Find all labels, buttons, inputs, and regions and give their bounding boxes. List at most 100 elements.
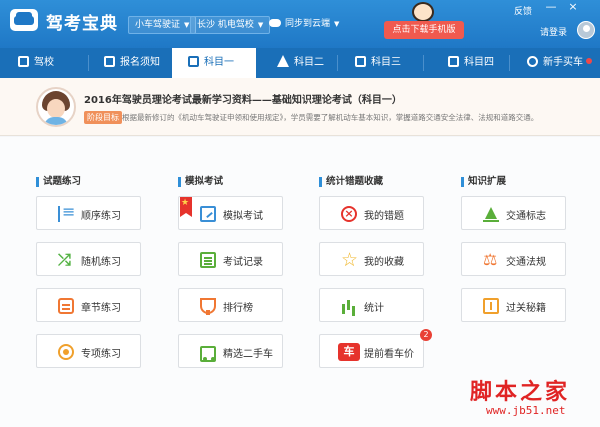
tab-subject-four[interactable]: 科目四: [448, 48, 494, 78]
car-price-icon: 车: [338, 343, 360, 361]
section-title-mock-exam: 模拟考试: [178, 177, 223, 187]
user-avatar-icon[interactable]: [577, 21, 595, 39]
target-icon: [58, 344, 74, 360]
section-title-statistics: 统计错题收藏: [319, 177, 383, 187]
truck-icon: [200, 346, 216, 362]
sequential-practice-button[interactable]: 顺序练习: [36, 196, 141, 230]
traffic-laws-button[interactable]: ⚖ 交通法规: [461, 242, 566, 276]
app-title: 驾考宝典: [46, 14, 118, 34]
title-bar: 驾考宝典 小车驾驶证 ▼ 长沙 机电驾校 ▼ 同步到云端 ▼ 点击下载手机版 反馈 —…: [0, 0, 600, 48]
new-indicator: [586, 58, 592, 64]
tab-driving-school[interactable]: 驾校: [18, 48, 54, 78]
banner-description: 根据最新修订的《机动车驾驶证申领和使用规定》，学员需要了解机动车基本知识，掌握道…: [122, 113, 539, 122]
car-price-button[interactable]: 车提前看车价 2: [319, 329, 432, 368]
featured-ribbon: ★: [180, 197, 192, 217]
login-link[interactable]: 请登录: [540, 25, 567, 38]
exam-record-button[interactable]: 考试记录: [178, 242, 283, 276]
download-mobile-button[interactable]: 点击下载手机版: [384, 21, 464, 39]
chapter-practice-button[interactable]: 章节练习: [36, 288, 141, 322]
scale-icon: ⚖: [483, 250, 498, 269]
nav-divider: [509, 55, 510, 71]
watermark-text: 脚本之家: [470, 379, 571, 405]
tab-label: 科目一: [204, 57, 234, 68]
banner-title: 2016年驾驶员理论考试最新学习资料——基础知识理论考试（科目一）: [84, 95, 402, 106]
button-label: 过关秘籍: [506, 303, 546, 314]
mock-exam-button[interactable]: ★ 模拟考试: [178, 196, 283, 230]
cone-icon: [277, 55, 289, 67]
chevron-down-icon: ▼: [334, 20, 340, 28]
close-icon[interactable]: ×: [566, 1, 580, 14]
tab-label: 科目三: [371, 57, 401, 68]
tab-label: 科目二: [294, 57, 324, 68]
home-icon: [18, 56, 29, 67]
car-type-select[interactable]: 小车驾驶证 ▼: [128, 16, 197, 34]
button-label: 交通标志: [506, 211, 546, 222]
button-label: 我的收藏: [364, 257, 404, 268]
star-icon: ★: [181, 198, 190, 208]
book-icon: [448, 56, 459, 67]
main-nav: 驾校 报名须知 科目一 科目二 科目三 科目四 新手买车: [0, 48, 600, 78]
list-icon: [58, 203, 75, 222]
car-icon: [355, 56, 366, 67]
tab-subject-one[interactable]: 科目一: [172, 48, 256, 78]
random-practice-button[interactable]: ⤮ 随机练习: [36, 242, 141, 276]
record-icon: [200, 252, 216, 268]
button-label: 我的错题: [364, 211, 404, 222]
sync-cloud-button[interactable]: 同步到云端 ▼: [263, 16, 345, 34]
tab-subject-two[interactable]: 科目二: [277, 48, 324, 78]
button-label: 统计: [364, 303, 384, 314]
city-school-select[interactable]: 长沙 机电驾校 ▼: [190, 16, 271, 34]
button-label: 专项练习: [81, 349, 121, 360]
document-icon: [104, 56, 115, 67]
leaderboard-button[interactable]: 排行榜: [178, 288, 283, 322]
button-label: 章节练习: [81, 303, 121, 314]
my-mistakes-button[interactable]: × 我的错题: [319, 196, 424, 230]
tab-label: 报名须知: [120, 57, 160, 68]
chevron-down-icon: ▼: [184, 21, 190, 29]
feedback-link[interactable]: 反馈: [514, 4, 532, 17]
button-label: 顺序练习: [81, 211, 121, 222]
stage-goal-badge: 阶段目标: [84, 111, 122, 124]
tab-label: 驾校: [34, 57, 54, 68]
steering-wheel-icon: [527, 56, 538, 67]
shuffle-icon: ⤮: [58, 250, 71, 269]
exam-edit-icon: [200, 206, 216, 222]
tab-registration[interactable]: 报名须知: [104, 48, 160, 78]
button-label: 随机练习: [81, 257, 121, 268]
tab-subject-three[interactable]: 科目三: [355, 48, 401, 78]
button-label: 考试记录: [223, 257, 263, 268]
wrong-icon: ×: [341, 206, 357, 222]
notification-badge: 2: [420, 329, 432, 341]
trophy-icon: [200, 298, 216, 315]
car-type-label: 小车驾驶证: [135, 20, 181, 30]
minimize-icon[interactable]: —: [544, 1, 558, 14]
button-label: 提前看车价: [364, 349, 414, 360]
section-title-knowledge: 知识扩展: [461, 177, 506, 187]
statistics-button[interactable]: 统计: [319, 288, 424, 322]
nav-divider: [423, 55, 424, 71]
used-car-button[interactable]: 精选二手车: [178, 334, 283, 368]
pass-guide-button[interactable]: 过关秘籍: [461, 288, 566, 322]
traffic-sign-icon: [483, 206, 499, 222]
tab-label: 科目四: [464, 57, 494, 68]
nav-divider: [337, 55, 338, 71]
my-favorites-button[interactable]: ☆ 我的收藏: [319, 242, 424, 276]
button-label: 精选二手车: [223, 349, 273, 360]
tab-label: 新手买车: [543, 57, 583, 68]
special-practice-button[interactable]: 专项练习: [36, 334, 141, 368]
city-school-label: 长沙 机电驾校: [197, 20, 254, 30]
button-label: 模拟考试: [223, 211, 263, 222]
button-label: 排行榜: [223, 303, 253, 314]
bar-chart-icon: [341, 298, 357, 314]
chapter-icon: [58, 298, 74, 314]
section-title-practice: 试题练习: [36, 177, 81, 187]
traffic-signs-button[interactable]: 交通标志: [461, 196, 566, 230]
sync-cloud-label: 同步到云端: [285, 19, 331, 29]
info-banner: 2016年驾驶员理论考试最新学习资料——基础知识理论考试（科目一） 阶段目标 根…: [0, 78, 600, 136]
tab-buy-car[interactable]: 新手买车: [527, 48, 592, 78]
mascot-icon: [405, 0, 443, 22]
button-label: 交通法规: [506, 257, 546, 268]
nav-divider: [88, 55, 89, 71]
guide-book-icon: [483, 298, 499, 314]
watermark-url: www.jb51.net: [486, 404, 566, 417]
